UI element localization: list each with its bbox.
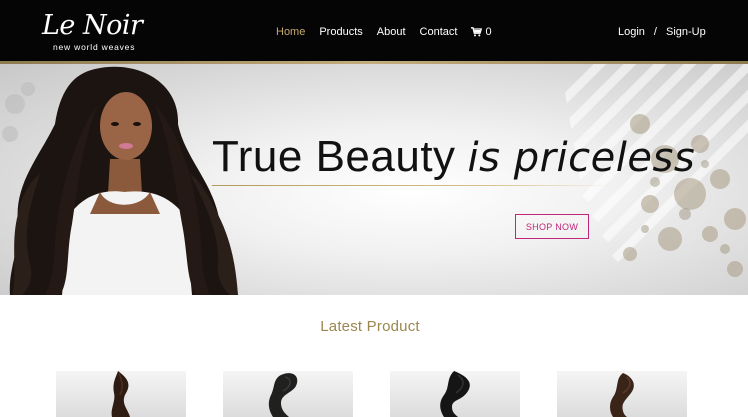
auth-links: Login / Sign-Up	[618, 24, 706, 40]
shopping-cart-icon	[471, 27, 483, 37]
hero-headline-upright: True Beauty	[212, 132, 456, 181]
product-card[interactable]	[56, 371, 186, 417]
hero-headline: True Beauty is priceless	[212, 132, 695, 183]
hair-bundle-image	[268, 373, 298, 417]
hair-bundle-image	[440, 371, 470, 417]
hair-bundle-image	[111, 371, 130, 417]
cart-button[interactable]: 0	[471, 26, 492, 38]
nav-home[interactable]: Home	[276, 26, 305, 38]
login-link[interactable]: Login	[618, 26, 645, 38]
signup-link[interactable]: Sign-Up	[666, 26, 706, 38]
auth-separator: /	[653, 26, 657, 38]
product-card[interactable]	[390, 371, 520, 417]
nav-about[interactable]: About	[377, 26, 406, 38]
nav-products[interactable]: Products	[319, 26, 362, 38]
latest-product-title: Latest Product	[320, 318, 420, 335]
product-card[interactable]	[557, 371, 687, 417]
logo-script-text: Le Noir	[42, 10, 143, 41]
main-nav: Home Products About Contact 0	[276, 24, 492, 40]
hero-underline	[212, 185, 612, 186]
hero-headline-italic: is priceless	[467, 135, 696, 181]
hair-bundle-image	[610, 373, 634, 417]
page: Le Noir new world weaves Home Products A…	[0, 0, 748, 417]
brand-logo[interactable]: Le Noir new world weaves	[42, 12, 143, 54]
logo-tagline: new world weaves	[53, 42, 136, 52]
site-header: Le Noir new world weaves Home Products A…	[0, 0, 748, 61]
cart-count: 0	[485, 26, 492, 38]
hero-banner: True Beauty is priceless SHOP NOW	[0, 64, 748, 295]
product-card[interactable]	[223, 371, 353, 417]
nav-contact[interactable]: Contact	[420, 26, 458, 38]
shop-now-button[interactable]: SHOP NOW	[515, 214, 589, 239]
